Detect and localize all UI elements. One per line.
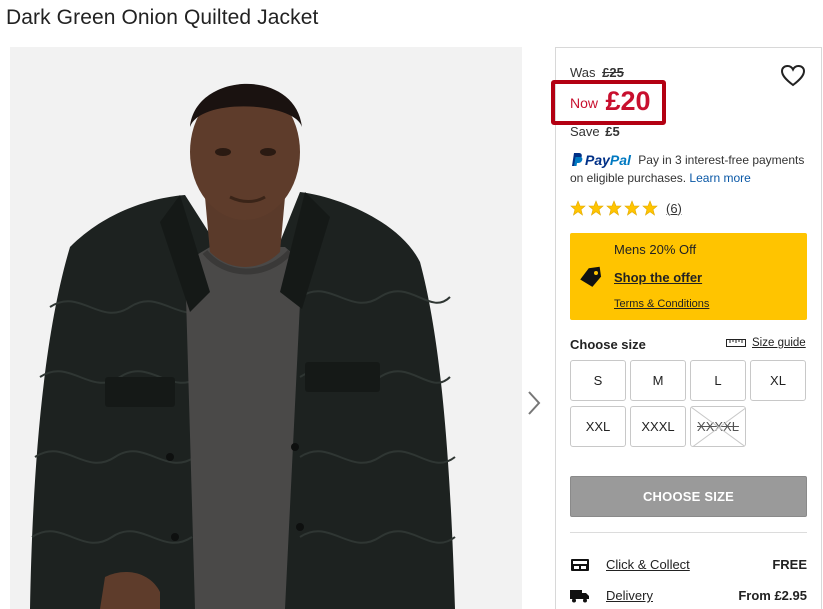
- star-icon: [624, 200, 640, 216]
- shop-offer-link[interactable]: Shop the offer: [614, 270, 702, 285]
- paypal-logo-part2: Pal: [609, 152, 631, 168]
- terms-link[interactable]: Terms & Conditions: [614, 298, 709, 310]
- offer-banner: Mens 20% Off Shop the offer Terms & Cond…: [570, 233, 807, 320]
- star-icon: [606, 200, 622, 216]
- delivery-price: From £2.95: [738, 588, 807, 603]
- paypal-logo-part1: Pay: [585, 152, 610, 168]
- click-collect-price: FREE: [772, 557, 807, 572]
- size-option-xxl[interactable]: XXL: [570, 406, 626, 447]
- delivery-link[interactable]: Delivery: [606, 588, 653, 603]
- review-count-link[interactable]: (6): [666, 201, 682, 216]
- paypal-icon: [572, 153, 583, 166]
- offer-title: Mens 20% Off: [614, 242, 697, 257]
- choose-size-button[interactable]: CHOOSE SIZE: [570, 476, 807, 517]
- size-option-xl[interactable]: XL: [750, 360, 806, 401]
- wishlist-button[interactable]: [780, 64, 806, 88]
- choose-size-label: Choose size: [570, 337, 646, 352]
- paypal-message: PayPal Pay in 3 interest-free payments o…: [570, 151, 815, 187]
- now-price: Now £20: [570, 86, 651, 117]
- click-collect-row: Click & Collect FREE: [570, 557, 807, 575]
- click-collect-icon: [571, 559, 589, 571]
- learn-more-link[interactable]: Learn more: [689, 171, 750, 185]
- price-tag-icon: [580, 266, 602, 287]
- chevron-right-icon: [528, 391, 541, 415]
- was-price: Was £25: [570, 65, 624, 80]
- was-label: Was: [570, 65, 596, 80]
- next-image-button[interactable]: [524, 388, 544, 418]
- ruler-icon: [726, 339, 746, 347]
- size-option-l[interactable]: L: [690, 360, 746, 401]
- size-guide-label: Size guide: [752, 337, 806, 349]
- size-option-xxxl[interactable]: XXXL: [630, 406, 686, 447]
- delivery-row: Delivery From £2.95: [570, 588, 807, 606]
- rating[interactable]: (6): [570, 200, 682, 216]
- delivery-truck-icon: [570, 590, 589, 603]
- was-amount: £25: [602, 65, 624, 80]
- star-icon: [642, 200, 658, 216]
- model-photo: [10, 47, 522, 609]
- product-image[interactable]: [10, 47, 522, 609]
- size-option-m[interactable]: M: [630, 360, 686, 401]
- product-title: Dark Green Onion Quilted Jacket: [6, 6, 319, 29]
- save-value: £5: [605, 124, 620, 139]
- unavailable-cross: [691, 407, 745, 446]
- now-label: Now: [570, 95, 599, 111]
- click-collect-link[interactable]: Click & Collect: [606, 557, 690, 572]
- save-label: Save: [570, 124, 600, 139]
- now-amount: £20: [605, 86, 651, 116]
- purchase-panel: Was £25 Now £20 Save £5 PayPal Pay in 3 …: [551, 47, 822, 609]
- paypal-logo: PayPal: [585, 151, 631, 169]
- star-icon: [588, 200, 604, 216]
- size-option-xxxxl-unavailable: XXXXL: [690, 406, 746, 447]
- divider: [570, 532, 807, 533]
- heart-icon: [780, 64, 806, 87]
- save-amount: Save £5: [570, 124, 620, 139]
- size-guide-link[interactable]: Size guide: [726, 337, 806, 349]
- size-option-s[interactable]: S: [570, 360, 626, 401]
- star-icon: [570, 200, 586, 216]
